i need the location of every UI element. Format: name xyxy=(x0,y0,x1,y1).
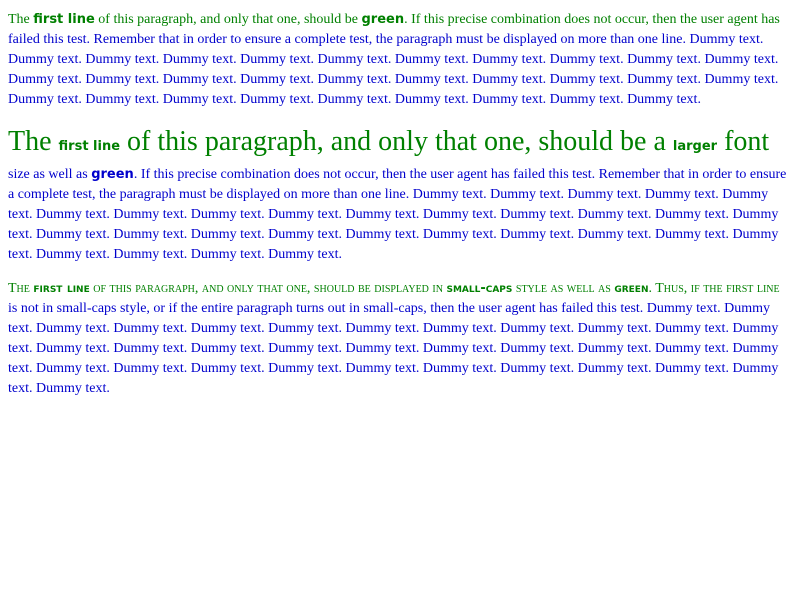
p3-bold-green: green xyxy=(614,281,649,296)
paragraph-small-caps-first-line: The first line of this paragraph, and on… xyxy=(8,279,792,399)
p2-bold-larger: larger xyxy=(672,139,718,154)
p3-bold-first-line: first line xyxy=(33,281,90,296)
p1-bold-green: green xyxy=(361,12,405,27)
p3-mid2: style as well as xyxy=(512,281,615,296)
paragraph-green-first-line: The first line of this paragraph, and on… xyxy=(8,10,792,110)
test-document: The first line of this paragraph, and on… xyxy=(0,0,800,399)
p2-bold-green: green xyxy=(91,167,134,182)
p3-intro: The xyxy=(8,281,34,296)
p1-intro: The xyxy=(8,12,34,27)
p3-rest: . Thus, if the first line is not in smal… xyxy=(8,281,780,396)
p3-bold-small-caps: small-caps xyxy=(446,281,513,296)
p3-mid: of this paragraph, and only that one, sh… xyxy=(89,281,447,296)
paragraph-larger-first-line: The first line of this paragraph, and on… xyxy=(8,124,792,265)
p1-bold-first-line: first line xyxy=(33,12,95,27)
p2-intro: The xyxy=(8,126,59,157)
p2-bold-first-line: first line xyxy=(58,139,121,154)
p1-mid: of this paragraph, and only that one, sh… xyxy=(94,12,362,27)
p2-mid: of this paragraph, and only that one, sh… xyxy=(120,126,673,157)
